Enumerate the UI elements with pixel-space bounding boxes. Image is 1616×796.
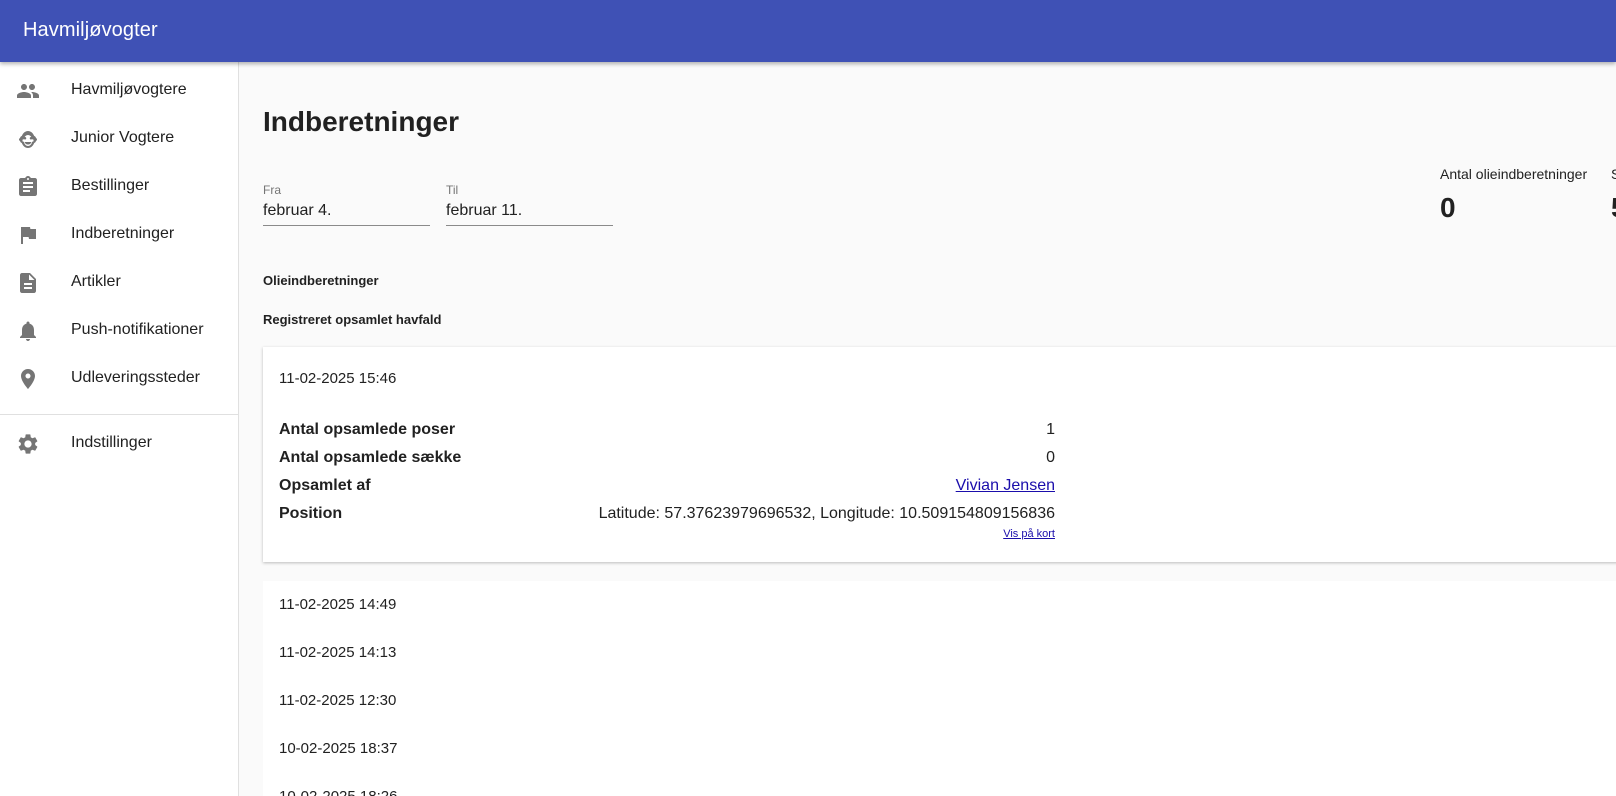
section-collected-litter: Registreret opsamlet havfald xyxy=(263,312,442,327)
sidebar-item-label: Udleveringssteder xyxy=(71,369,200,386)
sidebar-item-label: Havmiljøvogtere xyxy=(71,81,187,98)
sidebar-item-havmiljovogtere[interactable]: Havmiljøvogtere xyxy=(0,67,238,115)
sidebar: Havmiljøvogtere Junior Vogtere Bestillin… xyxy=(0,62,239,796)
clipboard-icon xyxy=(16,175,40,199)
sidebar-item-udleveringssteder[interactable]: Udleveringssteder xyxy=(0,355,238,403)
stat-oil-reports-value: 0 xyxy=(1440,192,1456,223)
report-card-expanded[interactable]: 11-02-2025 15:46 Antal opsamlede poser 1… xyxy=(263,347,1616,562)
report-datetime: 11-02-2025 12:30 xyxy=(279,692,397,709)
section-oil-reports: Olieindberetninger xyxy=(263,273,379,288)
app-bar: Havmiljøvogter xyxy=(0,0,1616,62)
sidebar-item-junior-vogtere[interactable]: Junior Vogtere xyxy=(0,115,238,163)
sidebar-item-indstillinger[interactable]: Indstillinger xyxy=(0,420,238,468)
stat-second-value: 5 xyxy=(1611,192,1616,224)
to-date-field[interactable]: Til xyxy=(446,183,613,226)
report-datetime: 10-02-2025 18:37 xyxy=(279,740,398,757)
to-date-label: Til xyxy=(446,183,459,197)
sidebar-item-push-notifikationer[interactable]: Push-notifikationer xyxy=(0,307,238,355)
sacks-collected-value: 0 xyxy=(1046,449,1055,466)
report-datetime: 11-02-2025 14:49 xyxy=(279,596,397,613)
from-date-label: Fra xyxy=(263,183,281,197)
from-date-input[interactable] xyxy=(263,202,430,220)
collector-link[interactable]: Vivian Jensen xyxy=(956,477,1055,494)
sidebar-item-label: Indstillinger xyxy=(71,434,152,451)
report-datetime: 11-02-2025 15:46 xyxy=(279,370,397,387)
report-datetime: 11-02-2025 14:13 xyxy=(279,644,397,661)
stat-oil-reports-label: Antal olieindberetninger xyxy=(1440,166,1588,182)
to-date-input[interactable] xyxy=(446,202,613,220)
sidebar-item-label: Push-notifikationer xyxy=(71,321,204,338)
main-content: Indberetninger Fra Til Antal olieindbere… xyxy=(239,62,1616,796)
flag-icon xyxy=(16,223,40,247)
sidebar-item-label: Junior Vogtere xyxy=(71,129,175,146)
people-icon xyxy=(16,79,40,103)
collected-by-value: Vivian Jensen xyxy=(956,477,1055,495)
sidebar-item-bestillinger[interactable]: Bestillinger xyxy=(0,163,238,211)
bags-collected-value: 1 xyxy=(1046,421,1055,438)
report-row[interactable]: 10-02-2025 18:37 xyxy=(263,725,1616,774)
gear-icon xyxy=(16,432,40,456)
collected-by-label: Opsamlet af xyxy=(279,477,371,494)
show-on-map-link[interactable]: Vis på kort xyxy=(1003,528,1055,540)
bell-icon xyxy=(16,319,40,343)
report-row[interactable]: 11-02-2025 14:13 xyxy=(263,629,1616,678)
position-value: Latitude: 57.37623979696532, Longitude: … xyxy=(598,505,1055,522)
from-date-field[interactable]: Fra xyxy=(263,183,430,226)
report-datetime: 10-02-2025 18:26 xyxy=(279,788,397,796)
sidebar-item-label: Bestillinger xyxy=(71,177,150,194)
sidebar-item-artikler[interactable]: Artikler xyxy=(0,259,238,307)
report-row[interactable]: 11-02-2025 14:49 xyxy=(263,581,1616,630)
sidebar-item-label: Artikler xyxy=(71,273,121,290)
page-title: Indberetninger xyxy=(263,106,460,137)
report-row[interactable]: 10-02-2025 18:26 xyxy=(263,773,1616,796)
sidebar-divider xyxy=(0,414,238,415)
app-title: Havmiljøvogter xyxy=(23,19,158,41)
map-pin-icon xyxy=(16,367,40,391)
document-icon xyxy=(16,271,40,295)
report-row[interactable]: 11-02-2025 12:30 xyxy=(263,677,1616,726)
child-face-icon xyxy=(16,127,40,151)
position-label: Position xyxy=(279,505,343,522)
sidebar-item-label: Indberetninger xyxy=(71,225,175,242)
sacks-collected-label: Antal opsamlede sække xyxy=(279,449,462,466)
stat-second-label: S xyxy=(1611,166,1616,182)
bags-collected-label: Antal opsamlede poser xyxy=(279,421,456,438)
sidebar-item-indberetninger[interactable]: Indberetninger xyxy=(0,211,238,259)
